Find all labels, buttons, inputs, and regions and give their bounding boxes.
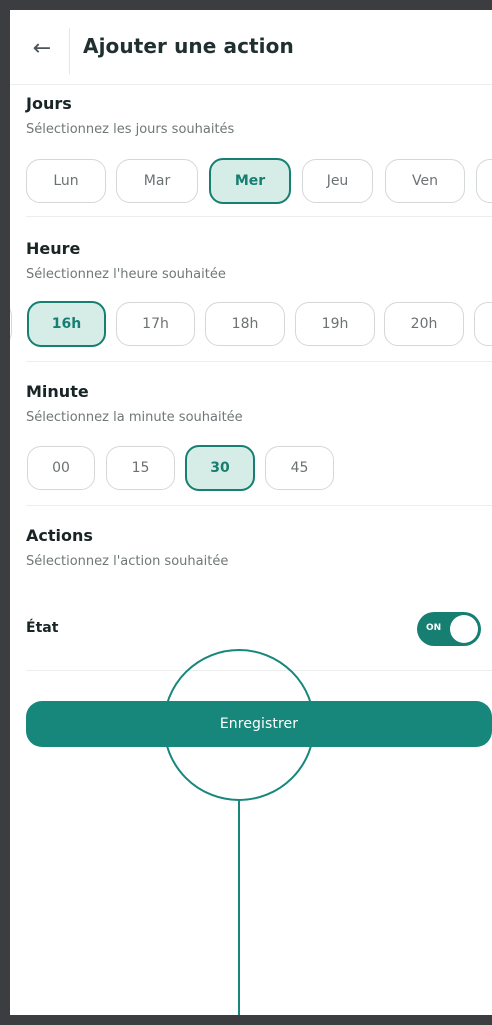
back-button[interactable]: ← bbox=[26, 33, 58, 65]
hour-chip-16h[interactable]: 16h bbox=[27, 301, 106, 347]
toggle-on-text: ON bbox=[426, 623, 442, 633]
minute-chip-30[interactable]: 30 bbox=[185, 445, 255, 491]
hour-chip-partial-left[interactable] bbox=[10, 302, 12, 346]
hour-chip-20h[interactable]: 20h bbox=[384, 302, 464, 346]
section-divider bbox=[26, 670, 492, 671]
hour-chip-17h[interactable]: 17h bbox=[116, 302, 195, 346]
top-app-bar: ← Ajouter une action bbox=[10, 10, 492, 85]
hour-section-subtitle: Sélectionnez l'heure souhaitée bbox=[26, 267, 226, 282]
hour-section-title: Heure bbox=[26, 239, 81, 258]
minute-section-title: Minute bbox=[26, 382, 89, 401]
days-section-title: Jours bbox=[26, 94, 72, 113]
toggle-knob bbox=[450, 615, 478, 643]
section-divider bbox=[26, 361, 492, 362]
minute-section-subtitle: Sélectionnez la minute souhaitée bbox=[26, 410, 243, 425]
day-chip-lun[interactable]: Lun bbox=[26, 159, 106, 203]
section-divider bbox=[26, 216, 492, 217]
day-chip-jeu[interactable]: Jeu bbox=[302, 159, 373, 203]
actions-section-title: Actions bbox=[26, 526, 93, 545]
day-chip-mar[interactable]: Mar bbox=[116, 159, 198, 203]
section-divider bbox=[26, 505, 492, 506]
hour-chip-partial-right[interactable] bbox=[474, 302, 492, 346]
page-title: Ajouter une action bbox=[83, 34, 294, 58]
days-section-subtitle: Sélectionnez les jours souhaités bbox=[26, 122, 235, 137]
hour-chip-18h[interactable]: 18h bbox=[205, 302, 285, 346]
day-chip-partial[interactable] bbox=[476, 159, 492, 203]
state-toggle[interactable]: ON bbox=[417, 612, 481, 646]
header-divider bbox=[69, 28, 70, 74]
hour-chip-19h[interactable]: 19h bbox=[295, 302, 375, 346]
state-label: État bbox=[26, 620, 59, 636]
actions-section-subtitle: Sélectionnez l'action souhaitée bbox=[26, 554, 229, 569]
day-chip-mer[interactable]: Mer bbox=[209, 158, 291, 204]
minute-chip-00[interactable]: 00 bbox=[27, 446, 95, 490]
device-frame: ← Ajouter une action Jours Sélectionnez … bbox=[0, 0, 492, 1025]
day-chip-ven[interactable]: Ven bbox=[385, 159, 465, 203]
minute-chip-45[interactable]: 45 bbox=[265, 446, 334, 490]
save-button[interactable]: Enregistrer bbox=[26, 701, 492, 747]
screen: ← Ajouter une action Jours Sélectionnez … bbox=[10, 10, 492, 1015]
minute-chip-15[interactable]: 15 bbox=[106, 446, 175, 490]
arrow-left-icon: ← bbox=[32, 36, 52, 61]
